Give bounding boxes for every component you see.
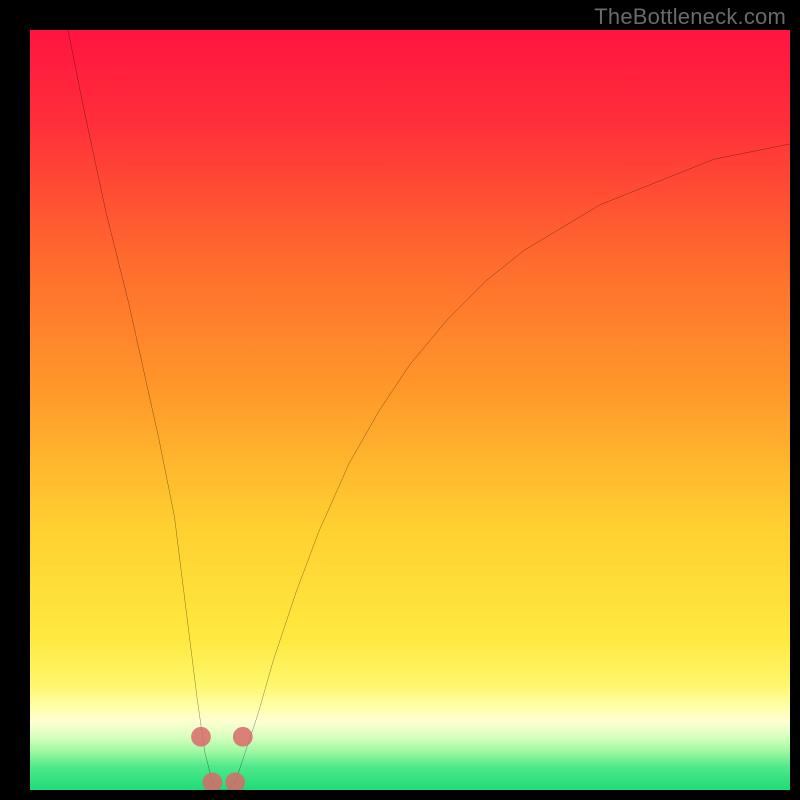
data-marker (233, 727, 253, 747)
curve-markers (191, 727, 253, 790)
data-marker (191, 727, 211, 747)
plot-area (30, 30, 790, 790)
outer-frame: TheBottleneck.com (0, 0, 800, 800)
data-marker (225, 773, 245, 790)
bottleneck-curve (30, 30, 790, 790)
data-marker (203, 773, 223, 790)
watermark-text: TheBottleneck.com (594, 4, 786, 30)
